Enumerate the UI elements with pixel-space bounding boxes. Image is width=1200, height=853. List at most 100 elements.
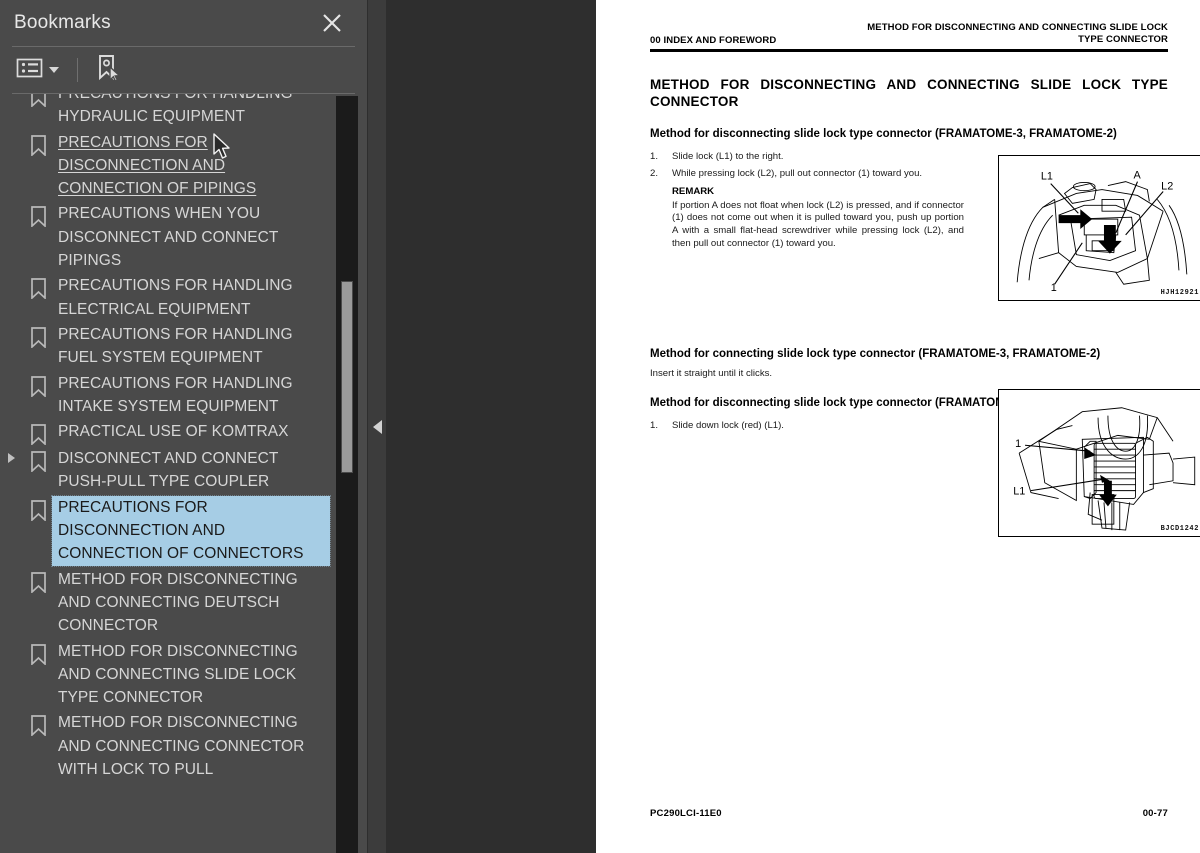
svg-text:L1: L1 <box>1041 171 1053 183</box>
header-rule <box>650 49 1168 52</box>
figure-slide-lock-framatome3: L1 A L2 1 HJH12921 <box>998 155 1200 301</box>
bookmarks-tree: PRECAUTIONS FOR HANDLING HYDRAULIC EQUIP… <box>0 94 336 853</box>
expander-spacer <box>0 372 22 378</box>
bookmark-icon <box>22 711 54 737</box>
panel-splitter <box>367 0 596 853</box>
bookmark-label: METHOD FOR DISCONNECTING AND CONNECTING … <box>58 714 305 779</box>
pdf-viewer-window: Bookmarks HYDRAULIC EQUIPMENT PRECAUTION… <box>0 0 1200 853</box>
bookmarks-header: Bookmarks <box>0 0 367 46</box>
bookmark-icon <box>22 202 54 228</box>
scrollbar-thumb[interactable] <box>341 281 353 473</box>
svg-text:1: 1 <box>1051 282 1057 294</box>
pdf-page[interactable]: 00 INDEX AND FOREWORD METHOD FOR DISCONN… <box>596 0 1200 853</box>
expander-spacer <box>0 202 22 208</box>
step-number: 1. <box>650 419 659 431</box>
expander-spacer <box>0 420 22 426</box>
bookmark-item[interactable]: METHOD FOR DISCONNECTING AND CONNECTING … <box>0 639 336 711</box>
running-header-left: 00 INDEX AND FOREWORD <box>650 35 777 46</box>
remark-text: If portion A does not float when lock (L… <box>672 199 964 250</box>
list-item: 2. While pressing lock (L2), pull out co… <box>650 168 950 181</box>
list-options-button[interactable] <box>12 53 63 87</box>
footer-model: PC290LCI-11E0 <box>650 808 722 819</box>
step-number: 2. <box>650 168 659 180</box>
bookmark-icon <box>22 131 54 156</box>
collapse-panel-button[interactable] <box>368 0 386 853</box>
step-text: Slide lock (L1) to the right. <box>672 150 784 162</box>
bookmark-item[interactable]: METHOD FOR DISCONNECTING AND CONNECTING … <box>0 710 336 782</box>
figure-slide-lock-framatome24: 1 L1 BJCD1242 <box>998 389 1200 537</box>
bookmark-icon <box>22 323 54 348</box>
bookmark-label: PRECAUTIONS WHEN YOU DISCONNECT AND CONN… <box>58 205 279 270</box>
bookmark-icon <box>22 94 54 107</box>
running-header-right-line1: METHOD FOR DISCONNECTING AND CONNECTING … <box>867 22 1168 33</box>
new-bookmark-button[interactable] <box>92 53 122 87</box>
bookmark-icon <box>22 568 54 593</box>
bookmark-label: PRECAUTIONS FOR HANDLING FUEL SYSTEM EQU… <box>58 325 293 367</box>
expand-toggle[interactable] <box>0 447 22 464</box>
bookmark-label: PRACTICAL USE OF KOMTRAX <box>58 423 289 441</box>
expander-spacer <box>0 274 22 280</box>
expander-spacer <box>0 131 22 137</box>
bookmark-item[interactable]: PRACTICAL USE OF KOMTRAX <box>0 419 336 446</box>
new-bookmark-icon <box>92 53 122 88</box>
bookmark-label: DISCONNECT AND CONNECT PUSH-PULL TYPE CO… <box>58 450 279 491</box>
bookmark-icon <box>22 447 54 473</box>
figure-id: BJCD1242 <box>1160 525 1199 533</box>
bookmark-label: PRECAUTIONS FOR HANDLING ELECTRICAL EQUI… <box>58 277 293 318</box>
step-text: Slide down lock (red) (L1). <box>672 419 784 431</box>
list-options-icon <box>16 57 43 84</box>
bookmark-label: PRECAUTIONS FOR HANDLING HYDRAULIC EQUIP… <box>58 94 293 126</box>
bookmark-icon <box>22 420 54 446</box>
bookmark-icon <box>22 274 54 300</box>
bookmarks-scrollbar[interactable] <box>336 96 358 853</box>
bookmark-item[interactable]: PRECAUTIONS FOR DISCONNECTION AND CONNEC… <box>0 130 336 202</box>
svg-text:A: A <box>1134 170 1142 182</box>
page-footer: PC290LCI-11E0 00-77 <box>650 808 1168 819</box>
bookmark-icon <box>22 496 54 521</box>
remark-block: REMARK If portion A does not float when … <box>672 185 964 251</box>
bookmark-label: PRECAUTIONS FOR DISCONNECTION AND CONNEC… <box>51 494 331 567</box>
svg-text:1: 1 <box>1015 438 1021 450</box>
close-icon[interactable] <box>319 10 345 36</box>
bookmark-label: PRECAUTIONS FOR HANDLING INTAKE SYSTEM E… <box>58 374 293 415</box>
list-item: 1. Slide lock (L1) to the right. <box>650 151 950 164</box>
expander-spacer <box>0 711 22 717</box>
bookmark-item[interactable]: PRECAUTIONS FOR HANDLING FUEL SYSTEM EQU… <box>0 322 336 371</box>
bookmark-item[interactable]: PRECAUTIONS FOR HANDLING ELECTRICAL EQUI… <box>0 273 336 322</box>
bookmark-item[interactable]: PRECAUTIONS FOR HANDLING INTAKE SYSTEM E… <box>0 371 336 420</box>
expander-spacer <box>0 640 22 646</box>
page-title: METHOD FOR DISCONNECTING AND CONNECTING … <box>650 77 1168 109</box>
expander-spacer <box>0 568 22 574</box>
bookmark-item[interactable]: DISCONNECT AND CONNECT PUSH-PULL TYPE CO… <box>0 446 336 495</box>
expander-spacer <box>0 323 22 329</box>
section2-heading: Method for connecting slide lock type co… <box>650 347 1101 360</box>
bookmark-label: PRECAUTIONS FOR DISCONNECTION AND CONNEC… <box>58 133 257 198</box>
running-header-right-line2: TYPE CONNECTOR <box>1078 34 1168 45</box>
bookmark-icon <box>22 640 54 665</box>
bookmark-item[interactable]: PRECAUTIONS FOR HANDLING HYDRAULIC EQUIP… <box>0 94 336 130</box>
bookmarks-sidebar: Bookmarks HYDRAULIC EQUIPMENT PRECAUTION… <box>0 0 367 853</box>
svg-text:L1: L1 <box>1013 486 1025 498</box>
expander-spacer <box>0 496 22 502</box>
bookmark-item[interactable]: PRECAUTIONS WHEN YOU DISCONNECT AND CONN… <box>0 201 336 273</box>
sidebar-edge <box>358 0 367 853</box>
section1-heading: Method for disconnecting slide lock type… <box>650 128 1117 140</box>
bookmarks-toolbar <box>0 47 367 93</box>
section2-text: Insert it straight until it clicks. <box>650 368 773 380</box>
remark-title: REMARK <box>672 185 715 197</box>
step-number: 1. <box>650 150 659 162</box>
bookmark-item[interactable]: PRECAUTIONS FOR DISCONNECTION AND CONNEC… <box>0 494 336 567</box>
step-text: While pressing lock (L2), pull out conne… <box>672 168 923 180</box>
pdf-page-content: 00 INDEX AND FOREWORD METHOD FOR DISCONN… <box>650 0 1200 853</box>
bookmark-label: METHOD FOR DISCONNECTING AND CONNECTING … <box>58 642 298 707</box>
chevron-right-icon <box>7 453 15 464</box>
bookmark-label: METHOD FOR DISCONNECTING AND CONNECTING … <box>58 570 298 635</box>
bookmark-item[interactable]: METHOD FOR DISCONNECTING AND CONNECTING … <box>0 567 336 639</box>
section1-steps: 1. Slide lock (L1) to the right. 2. Whil… <box>650 151 950 181</box>
footer-page-number: 00-77 <box>1142 808 1168 819</box>
svg-text:L2: L2 <box>1161 181 1173 193</box>
bookmarks-scroll-area: PRECAUTIONS FOR HANDLING HYDRAULIC EQUIP… <box>0 94 367 853</box>
toolbar-divider <box>77 58 78 82</box>
bookmarks-title: Bookmarks <box>14 12 111 33</box>
chevron-down-icon <box>49 67 59 73</box>
